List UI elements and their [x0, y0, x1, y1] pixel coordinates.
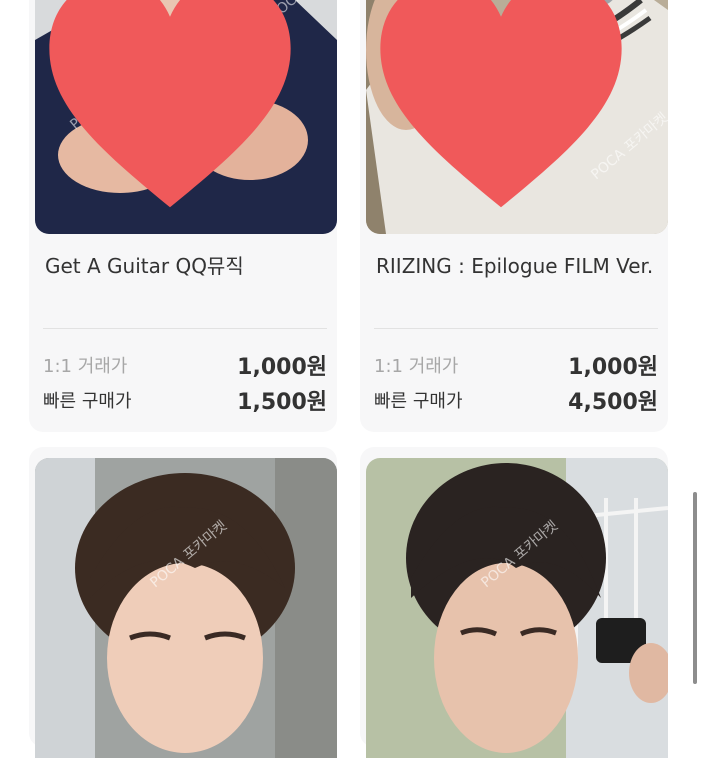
quick-buy-row: 빠른 구매가 1,500원 [43, 384, 327, 416]
quick-buy-value: 1,500원 [237, 390, 327, 415]
product-photo[interactable]: POCA 포카마켓 [35, 458, 337, 758]
scrollbar[interactable] [693, 492, 697, 684]
product-card-4[interactable]: POCA 포카마켓 [360, 447, 668, 758]
heart-icon[interactable] [35, 0, 321, 220]
trade-price-label: 1:1 거래가 [43, 356, 128, 377]
photo-image: POCA 포카마켓 [35, 458, 337, 758]
heart-icon[interactable] [366, 0, 652, 220]
quick-buy-row: 빠른 구매가 4,500원 [374, 384, 658, 416]
product-photo[interactable]: POCA 포카마켓 POCA 포카마켓 [35, 0, 337, 234]
product-title[interactable]: Get A Guitar QQ뮤직 [45, 252, 325, 281]
divider [374, 328, 658, 329]
product-card-2[interactable]: POCA 포카마켓 POCA 포카마켓 RIIZING : Epilogue F… [360, 0, 668, 432]
photo-image: POCA 포카마켓 [366, 458, 668, 758]
product-card-3[interactable]: POCA 포카마켓 [29, 447, 337, 758]
trade-price-value: 1,000원 [237, 355, 327, 380]
product-title[interactable]: RIIZING : Epilogue FILM Ver. [376, 252, 656, 281]
trade-price-row: 1:1 거래가 1,000원 [43, 349, 327, 381]
product-photo[interactable]: POCA 포카마켓 [366, 458, 668, 758]
trade-price-row: 1:1 거래가 1,000원 [374, 349, 658, 381]
quick-buy-label: 빠른 구매가 [43, 391, 132, 412]
quick-buy-label: 빠른 구매가 [374, 391, 463, 412]
trade-price-label: 1:1 거래가 [374, 356, 459, 377]
product-photo[interactable]: POCA 포카마켓 POCA 포카마켓 [366, 0, 668, 234]
quick-buy-value: 4,500원 [568, 390, 658, 415]
divider [43, 328, 327, 329]
product-card-1[interactable]: POCA 포카마켓 POCA 포카마켓 Get A Guitar QQ뮤직 1:… [29, 0, 337, 432]
trade-price-value: 1,000원 [568, 355, 658, 380]
